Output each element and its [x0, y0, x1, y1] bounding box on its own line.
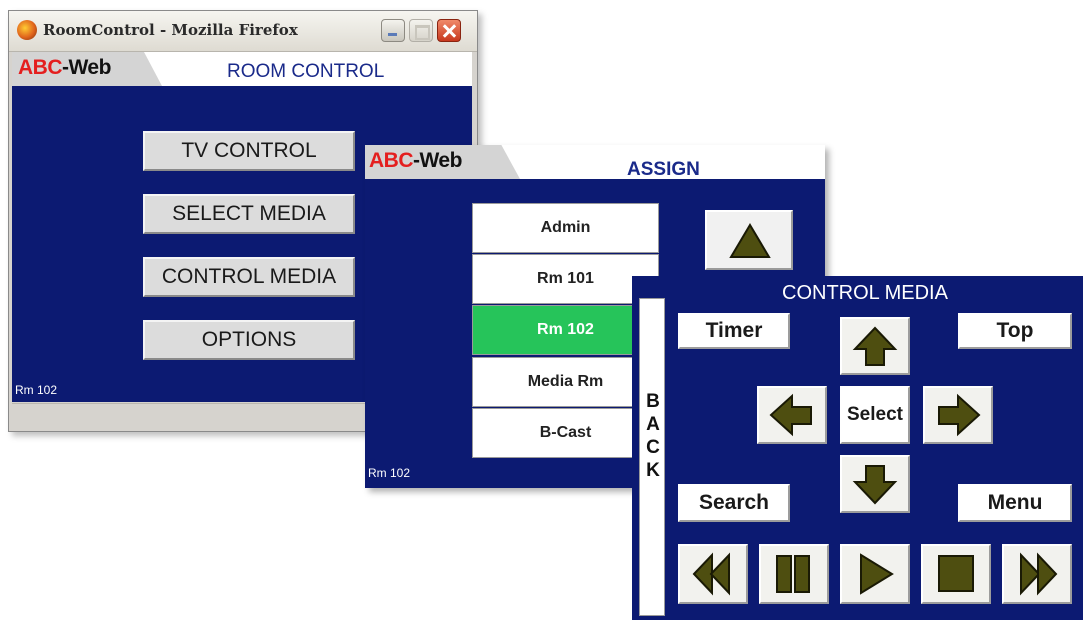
up-arrow-button[interactable]: [840, 317, 910, 375]
down-arrow-icon: [852, 465, 898, 505]
room-label: Rm 102: [15, 383, 58, 397]
room-list-item-b-cast[interactable]: B-Cast: [472, 408, 659, 458]
page-title: ASSIGN: [627, 159, 700, 180]
abc-web-logo: ABC-Web: [369, 149, 462, 172]
scroll-up-button[interactable]: [705, 210, 793, 270]
fast-forward-icon: [1020, 552, 1058, 596]
control-media-panel: CONTROL MEDIA B A C K Timer Top Select S…: [632, 276, 1083, 620]
down-arrow-button[interactable]: [840, 455, 910, 513]
fast-forward-button[interactable]: [1002, 544, 1072, 604]
up-triangle-icon: [729, 223, 771, 258]
play-icon: [860, 553, 894, 595]
options-button[interactable]: OPTIONS: [143, 320, 355, 360]
left-arrow-icon: [769, 393, 812, 437]
room-list-item-rm-102[interactable]: Rm 102: [472, 305, 659, 355]
page-title: ROOM CONTROL: [227, 61, 385, 82]
back-letter: C: [646, 437, 660, 458]
minimize-icon[interactable]: [381, 19, 405, 42]
back-letter: A: [646, 414, 660, 435]
panel-header: ABC-Web ASSIGN: [365, 145, 825, 180]
control-media-button[interactable]: CONTROL MEDIA: [143, 257, 355, 297]
page-title: CONTROL MEDIA: [782, 282, 948, 304]
panel-header: ABC-Web ROOM CONTROL: [12, 52, 472, 86]
room-label: Rm 102: [368, 466, 411, 480]
firefox-icon: [17, 20, 37, 40]
select-media-button[interactable]: SELECT MEDIA: [143, 194, 355, 234]
tv-control-button[interactable]: TV CONTROL: [143, 131, 355, 171]
back-letter: K: [646, 460, 660, 481]
timer-button[interactable]: Timer: [678, 313, 790, 349]
stop-button[interactable]: [921, 544, 991, 604]
room-list-item-admin[interactable]: Admin: [472, 203, 659, 253]
window-title: RoomControl - Mozilla Firefox: [43, 21, 298, 39]
rewind-button[interactable]: [678, 544, 748, 604]
pause-button[interactable]: [759, 544, 829, 604]
left-arrow-button[interactable]: [757, 386, 827, 444]
stop-icon: [938, 555, 974, 592]
abc-web-logo: ABC-Web: [18, 56, 111, 79]
menu-button[interactable]: Menu: [958, 484, 1072, 522]
room-list-item-rm-101[interactable]: Rm 101: [472, 254, 659, 304]
browser-title-bar[interactable]: RoomControl - Mozilla Firefox: [9, 11, 477, 52]
back-button[interactable]: B A C K: [639, 298, 665, 616]
back-letter: B: [646, 391, 660, 412]
rewind-icon: [692, 552, 730, 596]
right-arrow-button[interactable]: [923, 386, 993, 444]
select-button[interactable]: Select: [840, 386, 910, 444]
top-button[interactable]: Top: [958, 313, 1072, 349]
pause-icon: [776, 555, 810, 593]
up-arrow-icon: [852, 326, 898, 366]
search-button[interactable]: Search: [678, 484, 790, 522]
play-button[interactable]: [840, 544, 910, 604]
right-arrow-icon: [938, 393, 981, 437]
maximize-icon[interactable]: [409, 19, 433, 42]
room-list-item-media-rm[interactable]: Media Rm: [472, 357, 659, 407]
close-icon[interactable]: [437, 19, 461, 42]
